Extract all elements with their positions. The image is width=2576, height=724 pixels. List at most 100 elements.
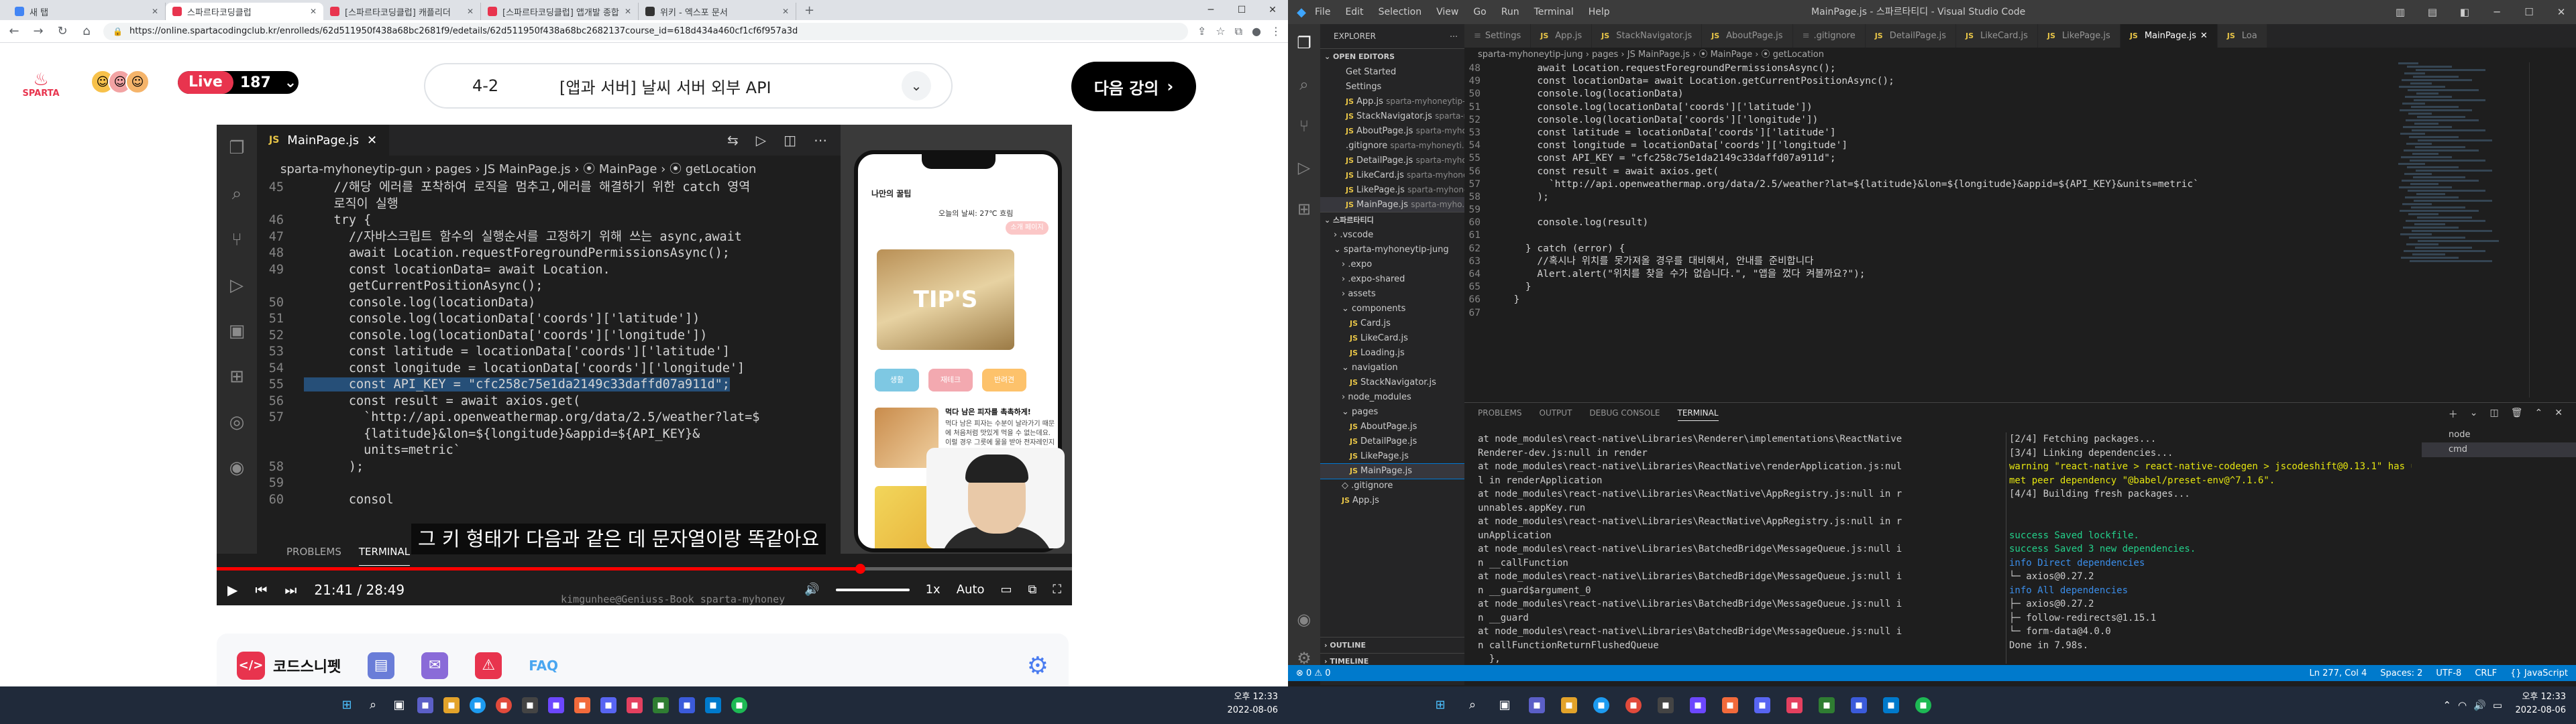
document-icon[interactable]: ▤ [368,652,395,679]
account-icon[interactable]: ◉ [1297,610,1311,629]
menu-item-selection[interactable]: Selection [1379,7,1422,17]
profile-icon[interactable]: ● [1252,25,1261,38]
vscode-icon[interactable]: ▪ [705,697,721,713]
open-editor-item[interactable]: JSDetailPage.js sparta-myho... [1320,153,1464,168]
start-icon[interactable]: ⊞ [1432,697,1448,713]
volume-icon[interactable]: 🔊 [804,583,819,597]
previous-icon[interactable]: ⏮ [255,582,267,598]
speed-button[interactable]: 1x [926,583,941,597]
chevron-down-icon[interactable]: ⌄ [2470,408,2478,421]
editor-tab[interactable]: JS LikeCard.js [1956,24,2038,48]
tree-item[interactable]: › assets [1320,287,1464,302]
task-view-icon[interactable]: ▣ [391,697,407,713]
pip-icon[interactable]: ⧉ [1028,583,1037,597]
menu-item-run[interactable]: Run [1501,7,1519,17]
extensions-icon[interactable]: ⧉ [1235,25,1242,38]
tree-item[interactable]: ⌄ navigation [1320,361,1464,375]
menu-item-go[interactable]: Go [1473,7,1486,17]
tree-item[interactable]: JS AboutPage.js [1320,420,1464,434]
close-icon[interactable]: ✕ [625,7,631,16]
browser-tab[interactable]: [스파르타코딩클럽] 캐플리더 ✕ [323,3,481,20]
battery-icon[interactable]: ▭ [2493,699,2502,711]
volume-slider[interactable] [835,588,910,591]
panel-tab[interactable]: TERMINAL [1677,408,1719,421]
tree-item[interactable]: ⌄ components [1320,302,1464,316]
terminal-instance[interactable]: cmd [2422,442,2576,457]
menu-item-file[interactable]: File [1315,7,1330,17]
back-icon[interactable]: ← [7,24,21,38]
tree-item[interactable]: JS LikePage.js [1320,449,1464,464]
layout-icon[interactable]: ◧ [2450,6,2479,18]
spotify-icon[interactable]: ▪ [1915,697,1931,713]
tree-item[interactable]: JS LikeCard.js [1320,331,1464,346]
trash-icon[interactable]: 🗑 [2511,408,2523,421]
maximize-icon[interactable]: ☐ [2514,6,2544,18]
editor-tab[interactable]: JS MainPage.js ✕ [2120,24,2218,48]
open-editor-item[interactable]: JS MainPage.js sparta-myho... [1320,197,1464,212]
live-badge[interactable]: Live 187 ⌄ [178,71,299,94]
forward-icon[interactable]: → [31,24,46,38]
home-icon[interactable]: ⌂ [79,24,94,38]
close-icon[interactable]: ✕ [310,7,317,16]
tree-item[interactable]: ⌄ pages [1320,405,1464,420]
close-icon[interactable]: ✕ [2555,408,2563,421]
close-icon[interactable]: ✕ [2546,6,2576,18]
word-icon[interactable]: ▪ [679,697,695,713]
browser-tab[interactable]: 스파르타코딩클럽 ✕ [166,3,323,20]
search-icon[interactable]: ⌕ [365,697,381,713]
terminal-left[interactable]: at node_modules\react-native\Libraries\R… [1478,432,1947,680]
folder-icon[interactable]: ▪ [1561,697,1577,713]
edge-icon[interactable]: ▪ [1593,697,1609,713]
warning-icon[interactable]: ⚠ [475,652,502,679]
share-icon[interactable]: ⇪ [1197,25,1206,38]
tree-item[interactable]: › .expo-shared [1320,272,1464,287]
vscode-icon[interactable]: ▪ [1883,697,1899,713]
menu-kebab-icon[interactable]: ⋮ [1271,25,1281,38]
chat-icon[interactable]: ✉ [421,652,449,679]
excel-icon[interactable]: ▪ [1819,697,1835,713]
store-icon[interactable]: ▪ [1658,697,1674,713]
app-icon[interactable]: ▪ [574,697,590,713]
menu-item-help[interactable]: Help [1589,7,1610,17]
wifi-icon[interactable]: ◠ [2458,699,2467,711]
app-icon[interactable]: ▪ [1722,697,1738,713]
tree-item[interactable]: › node_modules [1320,390,1464,405]
gear-icon[interactable]: ⚙ [1027,652,1049,680]
maximize-icon[interactable]: ☐ [1226,0,1257,20]
new-terminal-icon[interactable]: ＋ [2449,408,2458,421]
panel-tab[interactable]: OUTPUT [1540,408,1572,421]
folder-icon[interactable]: ▪ [443,697,460,713]
panel-tab[interactable]: DEBUG CONSOLE [1589,408,1660,421]
open-editor-item[interactable]: JSLikePage.js sparta-myhone... [1320,182,1464,197]
quality-button[interactable]: Auto [957,583,985,597]
reload-icon[interactable]: ↻ [55,24,70,38]
open-editor-item[interactable]: JSLikeCard.js sparta-myhone... [1320,168,1464,182]
tree-item[interactable]: › .expo [1320,257,1464,272]
discord-icon[interactable]: ▪ [1754,697,1770,713]
new-tab-icon[interactable]: + [796,3,822,20]
more-icon[interactable]: ⋯ [1450,24,1458,48]
open-editor-item[interactable]: JSApp.js sparta-myhoneytip-j... [1320,94,1464,109]
sparta-logo[interactable]: ♨ SPARTA [20,71,62,101]
open-editor-item[interactable]: Get Started [1320,64,1464,79]
lesson-selector[interactable]: 4-2 [앱과 서버] 날씨 서버 외부 API ⌄ [424,63,953,109]
faq-button[interactable]: FAQ [529,658,558,674]
next-icon[interactable]: ⏭ [284,582,297,598]
minimize-icon[interactable]: ─ [1195,0,1226,20]
editor-tab[interactable]: ≡ Settings [1464,24,1532,48]
editor-tab[interactable]: JS DetailPage.js [1865,24,1957,48]
editor-scrollbar[interactable] [2529,62,2538,398]
extensions-icon[interactable]: ⊞ [1297,200,1311,219]
chevron-up-icon[interactable]: ⌃ [2443,699,2451,711]
video-player[interactable]: ❐ ⌕ ⑂ ▷ ▣ ⊞ ◎ ◉ JS MainPage.js ✕ ⇆ ▷ ◫ ⋯… [217,125,1072,605]
open-editor-item[interactable]: JSAboutPage.js sparta-myho... [1320,123,1464,138]
word-icon[interactable]: ▪ [1851,697,1867,713]
app-icon[interactable]: ▪ [627,697,643,713]
subtitles-icon[interactable]: ▭ [1001,583,1012,597]
tree-item[interactable]: JS StackNavigator.js [1320,375,1464,390]
next-lesson-button[interactable]: 다음 강의 › [1071,62,1196,111]
chrome-icon[interactable]: ▪ [496,697,512,713]
browser-tab[interactable]: [스파르타코딩클럽] 앱개발 종합 ✕ [481,3,639,20]
taskbar-clock[interactable]: 오후 12:33 2022-08-06 [2515,690,2566,717]
app-icon[interactable]: ▪ [1786,697,1803,713]
